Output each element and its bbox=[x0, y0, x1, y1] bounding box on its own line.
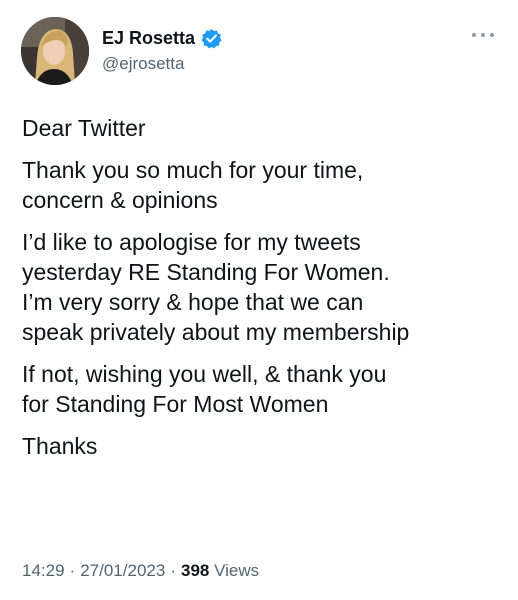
tweet-paragraph: If not, wishing you well, & thank you fo… bbox=[22, 361, 387, 417]
meta-separator: · bbox=[69, 561, 76, 580]
verified-badge-icon[interactable] bbox=[201, 28, 222, 49]
tweet-text: Dear Twitter Thank you so much for your … bbox=[22, 113, 502, 473]
author-name-row: EJ Rosetta bbox=[102, 26, 222, 50]
views-count: 398 bbox=[180, 561, 210, 580]
tweet-paragraph: Dear Twitter bbox=[22, 115, 146, 141]
author-handle[interactable]: @ejrosetta bbox=[102, 54, 184, 74]
more-options-icon bbox=[472, 33, 476, 37]
tweet-date[interactable]: 27/01/2023 bbox=[80, 561, 165, 580]
views-label: Views bbox=[214, 561, 260, 580]
meta-separator: · bbox=[170, 561, 176, 580]
author-name[interactable]: EJ Rosetta bbox=[102, 28, 195, 49]
tweet-meta: 14:29 · 27/01/2023 · 398 Views bbox=[22, 561, 259, 581]
avatar[interactable] bbox=[21, 17, 89, 85]
tweet-paragraph: Thanks bbox=[22, 433, 98, 459]
tweet-time[interactable]: 14:29 bbox=[22, 561, 65, 580]
more-options-icon bbox=[481, 33, 485, 37]
more-options-button[interactable] bbox=[472, 26, 494, 44]
tweet-paragraph: Thank you so much for your time, concern… bbox=[22, 157, 364, 213]
tweet-card: EJ Rosetta @ejrosetta Dear Twitter Thank… bbox=[0, 0, 518, 600]
more-options-icon bbox=[490, 33, 494, 37]
tweet-paragraph: I’d like to apologise for my tweets yest… bbox=[22, 229, 410, 345]
